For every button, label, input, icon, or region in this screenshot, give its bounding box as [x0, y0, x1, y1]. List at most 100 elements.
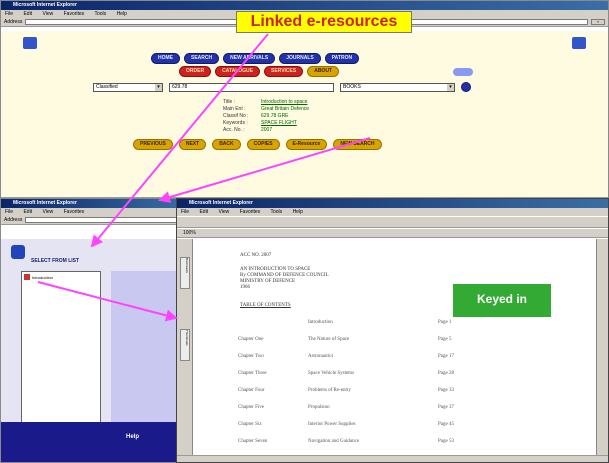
menu-edit[interactable]: Edit — [23, 209, 32, 215]
search-go-button[interactable] — [461, 82, 471, 92]
list-footer-bar: Help — [1, 422, 189, 462]
nav-order-button[interactable]: ORDER — [179, 66, 212, 77]
next-button[interactable]: NEXT — [178, 139, 207, 150]
nav-home-button[interactable]: HOME — [151, 53, 180, 64]
menu-file[interactable]: File — [5, 209, 13, 215]
toc-chapter: Chapter Seven — [238, 439, 268, 444]
pdf-toolbar — [177, 216, 608, 228]
help-badge[interactable] — [453, 68, 473, 76]
address-label: Address — [4, 217, 23, 223]
list-window-address-bar: Address — [1, 216, 189, 225]
toc-page: Page 1 — [438, 320, 452, 325]
address-input[interactable] — [25, 217, 186, 223]
toc-row: Chapter Five Propulsion Page 37 — [238, 405, 594, 410]
chevron-down-icon: ▾ — [447, 83, 454, 91]
search-input-value: 629.78 — [172, 83, 188, 90]
pdf-viewer-window: Microsoft Internet Explorer File Edit Vi… — [176, 198, 609, 463]
nav-patron-button[interactable]: PATRON — [324, 53, 360, 64]
toc-name: Introduction — [308, 320, 333, 325]
menu-edit[interactable]: Edit — [199, 209, 208, 215]
list-window-titlebar: Microsoft Internet Explorer — [1, 199, 189, 208]
menu-help[interactable]: Help — [117, 11, 127, 17]
nav-journals-button[interactable]: JOURNALS — [279, 53, 321, 64]
toc-chapter: Chapter Six — [238, 422, 262, 427]
menu-edit[interactable]: Edit — [23, 11, 32, 17]
menu-file[interactable]: File — [5, 11, 13, 17]
toc-chapter — [238, 320, 308, 325]
toc-chapter: Chapter Five — [238, 405, 264, 410]
acc-number-label: Acc. No. : — [223, 127, 245, 133]
menu-tools[interactable]: Tools — [270, 209, 282, 215]
eresource-list-window: Microsoft Internet Explorer File Edit Vi… — [0, 198, 190, 463]
nav-catalogue-button[interactable]: CATALOGUE — [215, 66, 260, 77]
keywords-link[interactable]: SPACE FLIGHT — [261, 120, 297, 126]
title-link[interactable]: Introduction to space — [261, 99, 307, 105]
pdf-scrollbar[interactable] — [596, 239, 608, 455]
toc-row: Chapter Two Astronautics Page 17 — [238, 354, 594, 359]
toc-chapter: Chapter Three — [238, 371, 267, 376]
opac-titlebar: Microsoft Internet Explorer — [1, 1, 608, 10]
library-logo-icon — [23, 37, 37, 49]
toc-name: The Nature of Space — [308, 337, 350, 342]
search-type-select[interactable]: BOOKS ▾ — [340, 82, 455, 92]
menu-view[interactable]: View — [218, 209, 229, 215]
toc-row: Chapter One The Nature of Space Page 5 — [238, 337, 594, 342]
new-search-button[interactable]: NEW SEARCH — [333, 139, 382, 150]
class-number-value: 629.78 GRE — [261, 113, 289, 119]
list-item-label: Introduction — [32, 274, 53, 280]
go-button[interactable]: » — [591, 19, 605, 25]
search-field-value: Classified — [96, 83, 118, 90]
nav-row-secondary: ORDER CATALOGUE SERVICES ABOUT — [179, 66, 339, 77]
keywords-label: Keywords : — [223, 120, 248, 126]
class-number-label: Classif No : — [223, 113, 249, 119]
toc-page: Page 33 — [438, 388, 454, 393]
main-entry-label: Main Ent : — [223, 106, 246, 112]
e-resource-button[interactable]: E-Resource — [285, 139, 328, 150]
list-window-menubar: File Edit View Favorites — [1, 208, 189, 216]
search-field-select[interactable]: Classified ▾ — [93, 82, 163, 92]
menu-file[interactable]: File — [181, 209, 189, 215]
toc-row: Chapter Seven Navigation and Guidance Page… — [238, 439, 594, 444]
nav-services-button[interactable]: SERVICES — [264, 66, 304, 77]
menu-tools[interactable]: Tools — [94, 11, 106, 17]
toc-page: Page 37 — [438, 405, 454, 410]
toc-name: Propulsion — [308, 405, 330, 410]
toc-chapter: Chapter Two — [238, 354, 264, 359]
pdf-icon — [24, 274, 30, 280]
toc-row: Chapter Three Space Vehicle Systems Page 2… — [238, 371, 594, 376]
nav-about-button[interactable]: ABOUT — [307, 66, 339, 77]
previous-button[interactable]: PREVIOUS — [133, 139, 173, 150]
toc-row: Chapter Four Problems of Re-entry Page 33 — [238, 388, 594, 393]
copies-button[interactable]: COPIES — [246, 139, 280, 150]
nav-new-arrivals-button[interactable]: NEW ARRIVALS — [223, 53, 276, 64]
menu-help[interactable]: Help — [293, 209, 303, 215]
toc-name: Astronautics — [308, 354, 334, 359]
acc-number-value: 2007 — [261, 127, 273, 133]
n-logo-icon — [11, 245, 25, 259]
toc-page: Page 53 — [438, 439, 454, 444]
menu-view[interactable]: View — [42, 11, 53, 17]
menu-favorites[interactable]: Favorites — [240, 209, 261, 215]
zoom-level[interactable]: 100% — [183, 230, 196, 236]
pdf-page: ACC NO. 2007 AN INTRODUCTION TO SPACE By… — [194, 239, 596, 455]
nav-search-button[interactable]: SEARCH — [184, 53, 220, 64]
bookmarks-tab[interactable]: Bookmarks — [180, 257, 190, 289]
pdf-status-bar — [177, 455, 608, 462]
select-list-heading: SELECT FROM LIST — [31, 258, 80, 264]
main-entry-value: Great Britain Defence — [261, 106, 310, 112]
library-logo-right-icon — [572, 37, 586, 49]
list-item[interactable]: Introduction — [22, 272, 100, 282]
toc-page: Page 5 — [438, 337, 452, 342]
search-input[interactable]: 629.78 — [169, 82, 334, 92]
toc-row: Chapter Six Interior Power Supplies Page 4… — [238, 422, 594, 427]
menu-favorites[interactable]: Favorites — [64, 11, 85, 17]
back-button[interactable]: BACK — [212, 139, 241, 150]
toc-name: Interior Power Supplies — [308, 422, 356, 427]
thumbnails-tab[interactable]: Thumbnails — [180, 329, 190, 361]
help-link[interactable]: Help — [126, 434, 139, 440]
menu-favorites[interactable]: Favorites — [64, 209, 85, 215]
pdf-nav-pane: Bookmarks Thumbnails — [177, 239, 193, 455]
menu-view[interactable]: View — [42, 209, 53, 215]
pdf-zoom-toolbar: 100% — [177, 228, 608, 238]
chevron-down-icon: ▾ — [155, 83, 162, 91]
